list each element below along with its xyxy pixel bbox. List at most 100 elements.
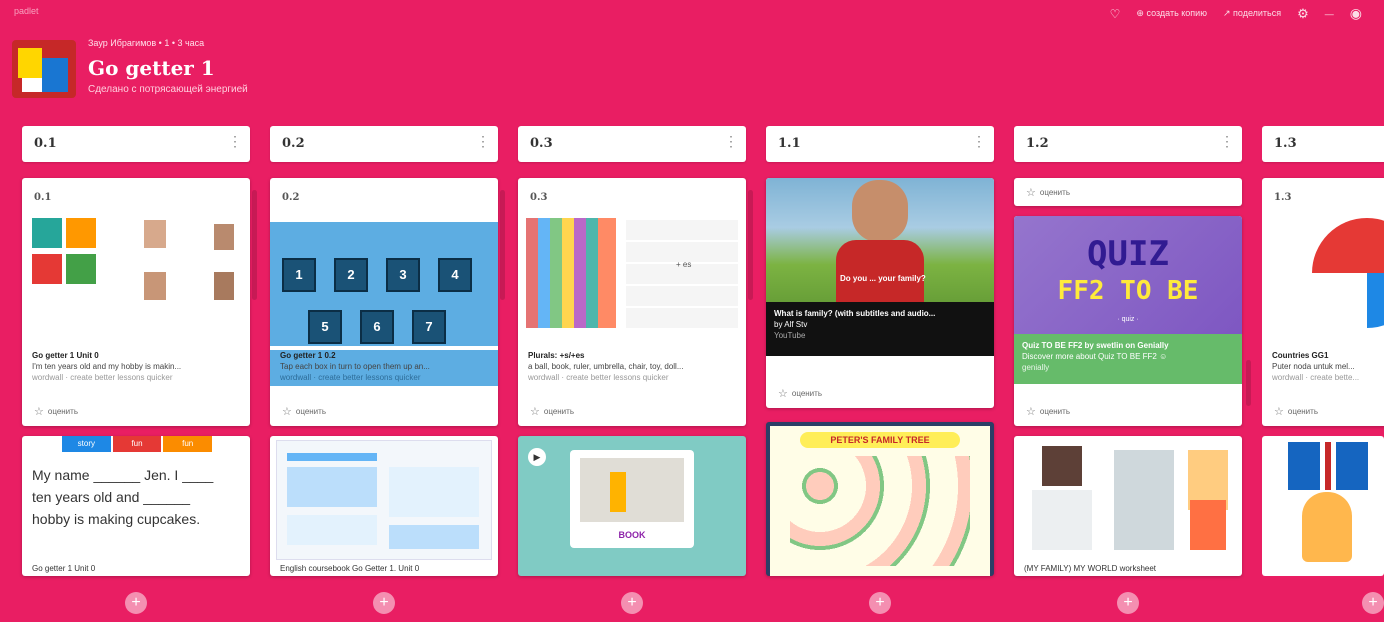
post-card[interactable]: PETER'S FAMILY TREE	[766, 422, 994, 576]
column-scrollbar[interactable]	[500, 190, 505, 300]
post-source: wordwall · create bette...	[1272, 373, 1360, 382]
uk-flag-image	[1288, 442, 1368, 490]
column-scrollbar[interactable]	[1246, 360, 1251, 406]
add-post-button[interactable]: +	[621, 592, 643, 614]
rate-button[interactable]: ☆ оценить	[1274, 405, 1318, 418]
column-header: 0.1 ⋮	[22, 126, 250, 162]
column-title: 1.1	[778, 136, 801, 151]
star-icon: ☆	[282, 406, 292, 418]
worksheet-line: ten years old and ______	[32, 489, 191, 505]
cartoon-image	[1302, 492, 1352, 562]
post-description: a ball, book, ruler, umbrella, chair, to…	[528, 362, 684, 371]
column-scrollbar[interactable]	[748, 190, 753, 300]
family-tree-poster: PETER'S FAMILY TREE	[770, 426, 990, 576]
post-title: English coursebook Go Getter 1. Unit 0	[280, 564, 420, 573]
worksheet-line: My name ______ Jen. I ____	[32, 467, 214, 483]
post-card[interactable]: QUIZ FF2 TO BE · quiz · Quiz TO BE FF2 b…	[1014, 216, 1242, 426]
rate-button[interactable]: ☆ оценить	[282, 405, 326, 418]
like-icon[interactable]: ♡	[1110, 7, 1121, 21]
rate-button[interactable]: ☆ оценить	[530, 405, 574, 418]
column-1-2: 1.2 ⋮ ☆ оценить QUIZ FF2 TO BE · quiz · …	[1014, 126, 1242, 576]
board-title: Go getter 1	[88, 56, 215, 80]
post-label: 1.3	[1274, 192, 1292, 203]
worksheet-tabs: story fun fun	[62, 436, 213, 452]
column-0-3: 0.3 ⋮ 0.3 + es Plurals: +s/+es a ball, b…	[518, 126, 746, 576]
quiz-thumbnail: QUIZ FF2 TO BE · quiz ·	[1014, 216, 1242, 334]
add-post-button[interactable]: +	[125, 592, 147, 614]
column-title: 1.3	[1274, 136, 1297, 151]
more-icon[interactable]: —	[1325, 9, 1334, 19]
number-tile: 7	[412, 310, 446, 344]
rate-label: оценить	[791, 389, 822, 398]
post-card[interactable]: 0.1 Go getter 1 Unit 0 I'm ten years old…	[22, 178, 250, 426]
post-card[interactable]: 1.3 Countries GG1 Puter noda untuk mel..…	[1262, 178, 1384, 426]
column-title: 0.1	[34, 136, 57, 151]
post-description: I'm ten years old and my hobby is makin.…	[32, 362, 182, 371]
column-header: 1.2 ⋮	[1014, 126, 1242, 162]
worksheet-tab: fun	[163, 436, 213, 452]
board-subtitle: Сделано с потрясающей энергией	[88, 84, 248, 95]
post-text: Countries GG1 Puter noda untuk mel... wo…	[1272, 350, 1382, 383]
post-text: Go getter 1 Unit 0 I'm ten years old and…	[32, 350, 240, 383]
post-card[interactable]: 0.3 + es Plurals: +s/+es a ball, book, r…	[518, 178, 746, 426]
post-description: Puter noda untuk mel...	[1272, 362, 1355, 371]
rate-button[interactable]: ☆ оценить	[1026, 405, 1070, 418]
video-word: BOOK	[618, 530, 646, 540]
column-1-3: 1.3 1.3 Countries GG1 Puter noda untuk m…	[1262, 126, 1384, 456]
post-card[interactable]: (MY FAMILY) MY WORLD worksheet	[1014, 436, 1242, 576]
column-title: 0.3	[530, 136, 553, 151]
number-tile: 5	[308, 310, 342, 344]
star-icon: ☆	[778, 388, 788, 400]
rate-button[interactable]: ☆ оценить	[1026, 186, 1070, 199]
column-menu-icon[interactable]: ⋮	[476, 134, 490, 148]
post-source: wordwall · create better lessons quicker	[280, 373, 421, 382]
post-card[interactable]: story fun fun My name ______ Jen. I ____…	[22, 436, 250, 576]
post-label: 0.1	[34, 192, 52, 203]
account-avatar[interactable]: ◉	[1350, 5, 1362, 22]
column-header: 1.3	[1262, 126, 1384, 162]
star-icon: ☆	[530, 406, 540, 418]
rate-button[interactable]: ☆ оценить	[778, 387, 822, 400]
post-label: 0.3	[530, 192, 548, 203]
post-title: Countries GG1	[1272, 351, 1329, 360]
post-title: Go getter 1 0.2	[280, 351, 336, 360]
number-tile: 1	[282, 258, 316, 292]
column-menu-icon[interactable]: ⋮	[228, 134, 242, 148]
post-thumbnail	[32, 218, 240, 318]
add-post-button[interactable]: +	[1117, 592, 1139, 614]
post-text: Quiz TO BE FF2 by swetlin on Genially Di…	[1014, 334, 1242, 384]
share-button[interactable]: ↗ поделиться	[1223, 8, 1281, 19]
post-card[interactable]: 0.2 1 2 3 4 5 6 7 Go getter 1 0.2 Tap ea…	[270, 178, 498, 426]
add-post-button[interactable]: +	[869, 592, 891, 614]
brand-logo[interactable]: padlet	[14, 6, 39, 16]
wheel-thumbnail	[1312, 218, 1384, 328]
column-scrollbar[interactable]	[252, 190, 257, 300]
plural-hint: + es	[676, 260, 692, 269]
add-post-button[interactable]: +	[1362, 592, 1384, 614]
column-title: 1.2	[1026, 136, 1049, 151]
column-menu-icon[interactable]: ⋮	[1220, 134, 1234, 148]
column-menu-icon[interactable]: ⋮	[724, 134, 738, 148]
settings-icon[interactable]: ⚙	[1297, 6, 1309, 22]
column-header: 1.1 ⋮	[766, 126, 994, 162]
column-menu-icon[interactable]: ⋮	[972, 134, 986, 148]
post-title: What is family? (with subtitles and audi…	[774, 309, 936, 318]
post-card[interactable]: ▶ BOOK	[518, 436, 746, 576]
post-description: Discover more about Quiz TO BE FF2 ☺	[1022, 352, 1168, 361]
rate-label: оценить	[1039, 407, 1070, 416]
post-source: wordwall · create better lessons quicker	[528, 373, 669, 382]
post-card[interactable]: Do you ... your family? What is family? …	[766, 178, 994, 408]
copy-button[interactable]: ⊕ создать копию	[1136, 8, 1207, 19]
post-card[interactable]: ☆ оценить	[1014, 178, 1242, 206]
video-thumbnail[interactable]: Do you ... your family?	[766, 178, 994, 302]
rate-label: оценить	[47, 407, 78, 416]
post-card[interactable]	[1262, 436, 1384, 576]
rate-label: оценить	[1287, 407, 1318, 416]
rate-button[interactable]: ☆ оценить	[34, 405, 78, 418]
play-icon[interactable]: ▶	[528, 448, 546, 466]
add-post-button[interactable]: +	[373, 592, 395, 614]
number-tile: 6	[360, 310, 394, 344]
poster-title: PETER'S FAMILY TREE	[800, 432, 960, 448]
worksheet-text: My name ______ Jen. I ____ ten years old…	[32, 464, 213, 530]
post-card[interactable]: English coursebook Go Getter 1. Unit 0	[270, 436, 498, 576]
